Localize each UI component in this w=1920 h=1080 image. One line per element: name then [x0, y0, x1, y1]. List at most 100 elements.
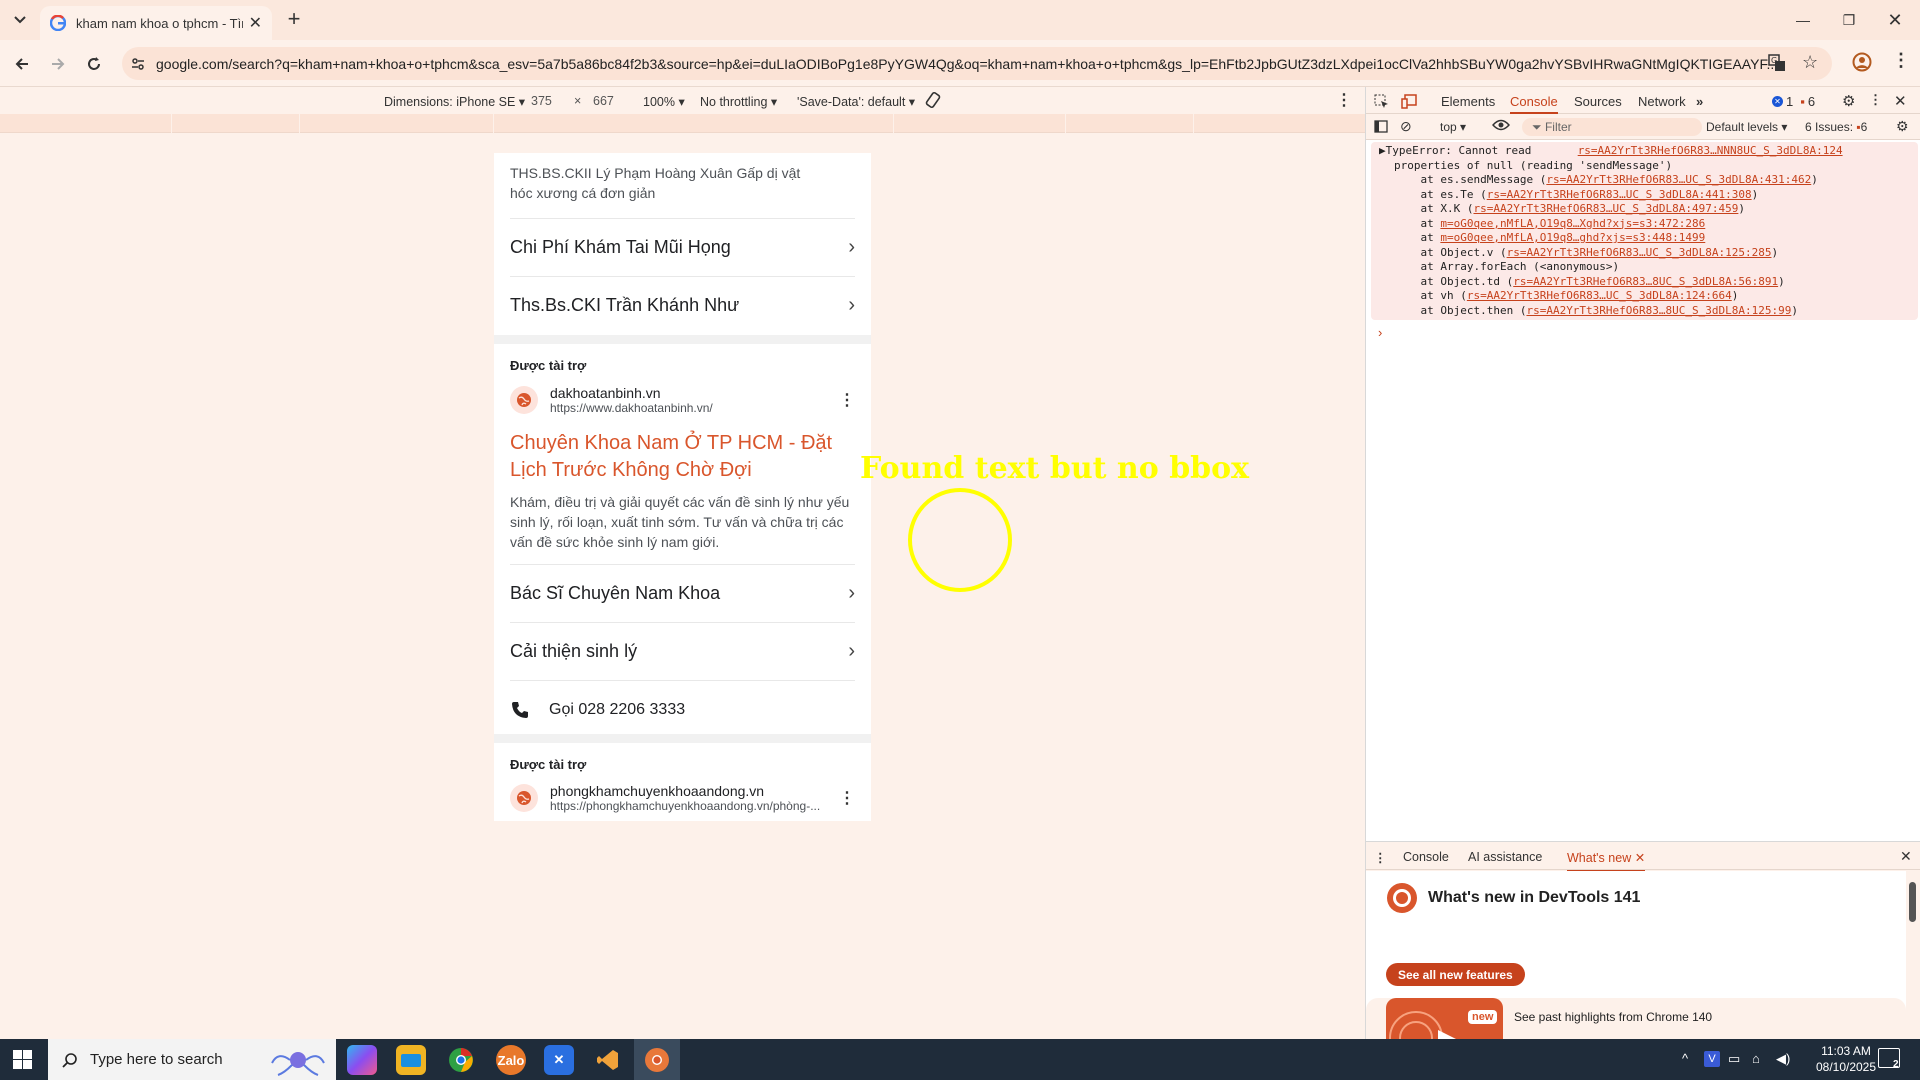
close-devtools-icon[interactable]: ✕ [1894, 92, 1907, 110]
tab-console[interactable]: Console [1510, 94, 1558, 114]
device-dimensions-select[interactable]: Dimensions: iPhone SE ▾ [384, 94, 525, 109]
ad-sitelink-row[interactable]: Bác Sĩ Chuyên Nam Khoa › [510, 564, 855, 622]
stack-source-link[interactable]: rs=AA2YrTt3RHefO6R83…8UC_S_3dDL8A:125:99 [1526, 304, 1791, 317]
warning-count: 6 [1807, 94, 1816, 109]
error-counter[interactable]: ✕ 1 ▪ 6 [1772, 94, 1815, 109]
live-expression-eye-icon[interactable] [1492, 119, 1510, 131]
stack-source-link[interactable]: rs=AA2YrTt3RHefO6R83…UC_S_3dDL8A:431:462 [1546, 173, 1811, 186]
past-highlights-link[interactable]: See past highlights from Chrome 140 [1514, 1010, 1712, 1024]
sitelink-row[interactable]: Chi Phí Khám Tai Mũi Họng › [510, 218, 855, 276]
drawer-tab-console[interactable]: Console [1403, 850, 1449, 864]
vscode-icon[interactable] [593, 1045, 623, 1075]
capcut-icon[interactable]: ✕ [544, 1045, 574, 1075]
console-filter-input[interactable]: ⏷ Filter [1522, 118, 1702, 136]
more-tabs-icon[interactable]: » [1696, 94, 1703, 109]
chrome-taskbar-icon[interactable] [446, 1045, 476, 1075]
tab-elements[interactable]: Elements [1441, 94, 1495, 109]
translate-icon[interactable]: G [1768, 54, 1786, 72]
windows-start-icon[interactable] [13, 1050, 32, 1069]
console-line-text[interactable]: ▶TypeError: Cannot read [1379, 144, 1578, 157]
profile-avatar[interactable] [1852, 52, 1872, 72]
clear-console-icon[interactable]: ⊘ [1400, 118, 1412, 135]
rotate-icon[interactable] [924, 91, 942, 109]
ad-site-url: https://phongkhamchuyenkhoaandong.vn/phò… [550, 799, 820, 813]
save-data-label: 'Save-Data': default [797, 95, 906, 109]
error-count: 1 [1786, 94, 1794, 109]
zoom-select[interactable]: 100% ▾ [643, 94, 685, 109]
bookmark-star-icon[interactable]: ☆ [1802, 52, 1818, 73]
sitelink-row[interactable]: Ths.Bs.CKI Trần Khánh Như › [510, 276, 855, 334]
console-settings-gear-icon[interactable]: ⚙ [1896, 118, 1909, 135]
stack-source-link[interactable]: rs=AA2YrTt3RHefO6R83…UC_S_3dDL8A:124:664 [1467, 289, 1732, 302]
call-row[interactable]: Gọi 028 2206 3333 [510, 680, 855, 738]
media-query-ruler[interactable] [0, 114, 1365, 133]
file-explorer-icon[interactable] [396, 1045, 426, 1075]
reload-button[interactable] [80, 51, 108, 77]
tab-sources[interactable]: Sources [1574, 94, 1622, 109]
back-button[interactable] [8, 51, 36, 77]
device-toolbar-menu-icon[interactable]: ⋮ [1336, 90, 1352, 110]
drawer-menu-icon[interactable]: ⋮ [1374, 850, 1387, 865]
tray-app-icon[interactable]: V [1704, 1051, 1720, 1067]
tab-close-icon[interactable]: ✕ [249, 13, 262, 33]
drawer-tab-whats-new[interactable]: What's new ✕ [1567, 850, 1646, 872]
devtools-menu-icon[interactable]: ⋮ [1869, 92, 1882, 108]
console-line-text: at [1394, 231, 1441, 244]
ad-site-header[interactable]: phongkhamchuyenkhoaandong.vn https://pho… [510, 783, 855, 813]
settings-gear-icon[interactable]: ⚙ [1842, 92, 1855, 110]
taskbar-search-box[interactable]: Type here to search [48, 1039, 336, 1080]
clock[interactable]: 11:03 AM 08/10/2025 [1806, 1043, 1886, 1075]
ad-site-header[interactable]: dakhoatanbinh.vn https://www.dakhoatanbi… [510, 385, 855, 415]
chrome-dev-icon[interactable] [642, 1045, 672, 1075]
see-all-features-button[interactable]: See all new features [1386, 963, 1525, 986]
stack-source-link[interactable]: rs=AA2YrTt3RHefO6R83…UC_S_3dDL8A:441:308 [1487, 188, 1752, 201]
context-select[interactable]: top ▾ [1440, 120, 1466, 134]
zalo-icon[interactable]: Zalo [496, 1045, 526, 1075]
chrome-menu-icon[interactable]: ⋮ [1892, 50, 1910, 71]
close-tab-icon[interactable]: ✕ [1635, 851, 1645, 865]
browser-tab[interactable]: kham nam khoa o tphcm - Tìm ✕ [40, 6, 272, 40]
copilot-icon[interactable] [347, 1045, 377, 1075]
new-tab-button[interactable]: + [282, 8, 306, 32]
close-drawer-icon[interactable]: ✕ [1900, 848, 1912, 865]
close-window-button[interactable]: ✕ [1872, 0, 1918, 40]
device-toggle-icon[interactable] [1401, 94, 1417, 109]
tray-video-icon[interactable]: ▭ [1728, 1051, 1740, 1067]
device-height-input[interactable]: 667 [593, 94, 614, 108]
sidebar-toggle-icon[interactable] [1374, 120, 1388, 133]
console-prompt-icon[interactable]: › [1378, 325, 1382, 340]
log-levels-select[interactable]: Default levels ▾ [1706, 120, 1787, 134]
url-text[interactable]: google.com/search?q=kham+nam+khoa+o+tphc… [156, 56, 1776, 72]
volume-icon[interactable]: ◀) [1776, 1051, 1790, 1067]
stack-source-link[interactable]: rs=AA2YrTt3RHefO6R83…UC_S_3dDL8A:125:285 [1507, 246, 1772, 259]
console-line-tail: ) [1751, 187, 1759, 201]
inspect-element-icon[interactable] [1374, 94, 1389, 109]
more-options-icon[interactable]: ⋮ [839, 788, 855, 808]
network-icon[interactable]: ⌂ [1752, 1051, 1760, 1066]
stack-source-link[interactable]: m=oG0qee,nMfLA,O19q8…ghd?xjs=s3:448:1499 [1440, 231, 1705, 244]
address-bar[interactable]: google.com/search?q=kham+nam+khoa+o+tphc… [122, 47, 1832, 80]
forward-button[interactable] [44, 51, 72, 77]
drawer-tab-ai-assistance[interactable]: AI assistance [1468, 850, 1542, 864]
stack-source-link[interactable]: rs=AA2YrTt3RHefO6R83…NNN8UC_S_3dDL8A:124 [1578, 144, 1843, 157]
ad-title-link[interactable]: Chuyên Khoa Nam Ở TP HCM - Đặt Lịch Trướ… [510, 430, 855, 484]
throttling-select[interactable]: No throttling ▾ [700, 94, 777, 109]
minimize-button[interactable]: — [1780, 0, 1826, 40]
more-options-icon[interactable]: ⋮ [839, 390, 855, 410]
ad-sitelink-row[interactable]: Cải thiện sinh lý › [510, 622, 855, 680]
tab-search-icon[interactable] [8, 10, 32, 30]
stack-source-link[interactable]: rs=AA2YrTt3RHefO6R83…UC_S_3dDL8A:497:459 [1473, 202, 1738, 215]
stack-source-link[interactable]: m=oG0qee,nMfLA,O19q8…Xghd?xjs=s3:472:286 [1440, 217, 1705, 230]
save-data-select[interactable]: 'Save-Data': default ▾ [797, 94, 915, 109]
drawer-scrollbar[interactable] [1909, 882, 1916, 922]
restore-button[interactable]: ❐ [1826, 0, 1872, 40]
issues-button[interactable]: 6 Issues: ▪6 [1805, 120, 1867, 134]
site-info-icon[interactable] [130, 56, 146, 72]
tray-chevron-icon[interactable]: ^ [1682, 1051, 1688, 1066]
stack-source-link[interactable]: rs=AA2YrTt3RHefO6R83…8UC_S_3dDL8A:56:891 [1513, 275, 1778, 288]
device-width-input[interactable]: 375 [531, 94, 552, 108]
tab-network[interactable]: Network [1638, 94, 1686, 109]
search-placeholder: Type here to search [90, 1051, 223, 1068]
console-error-message[interactable]: ▶TypeError: Cannot read rs=AA2YrTt3RHefO… [1371, 142, 1918, 320]
whats-new-content: What's new in DevTools 141 See all new f… [1366, 871, 1906, 1058]
